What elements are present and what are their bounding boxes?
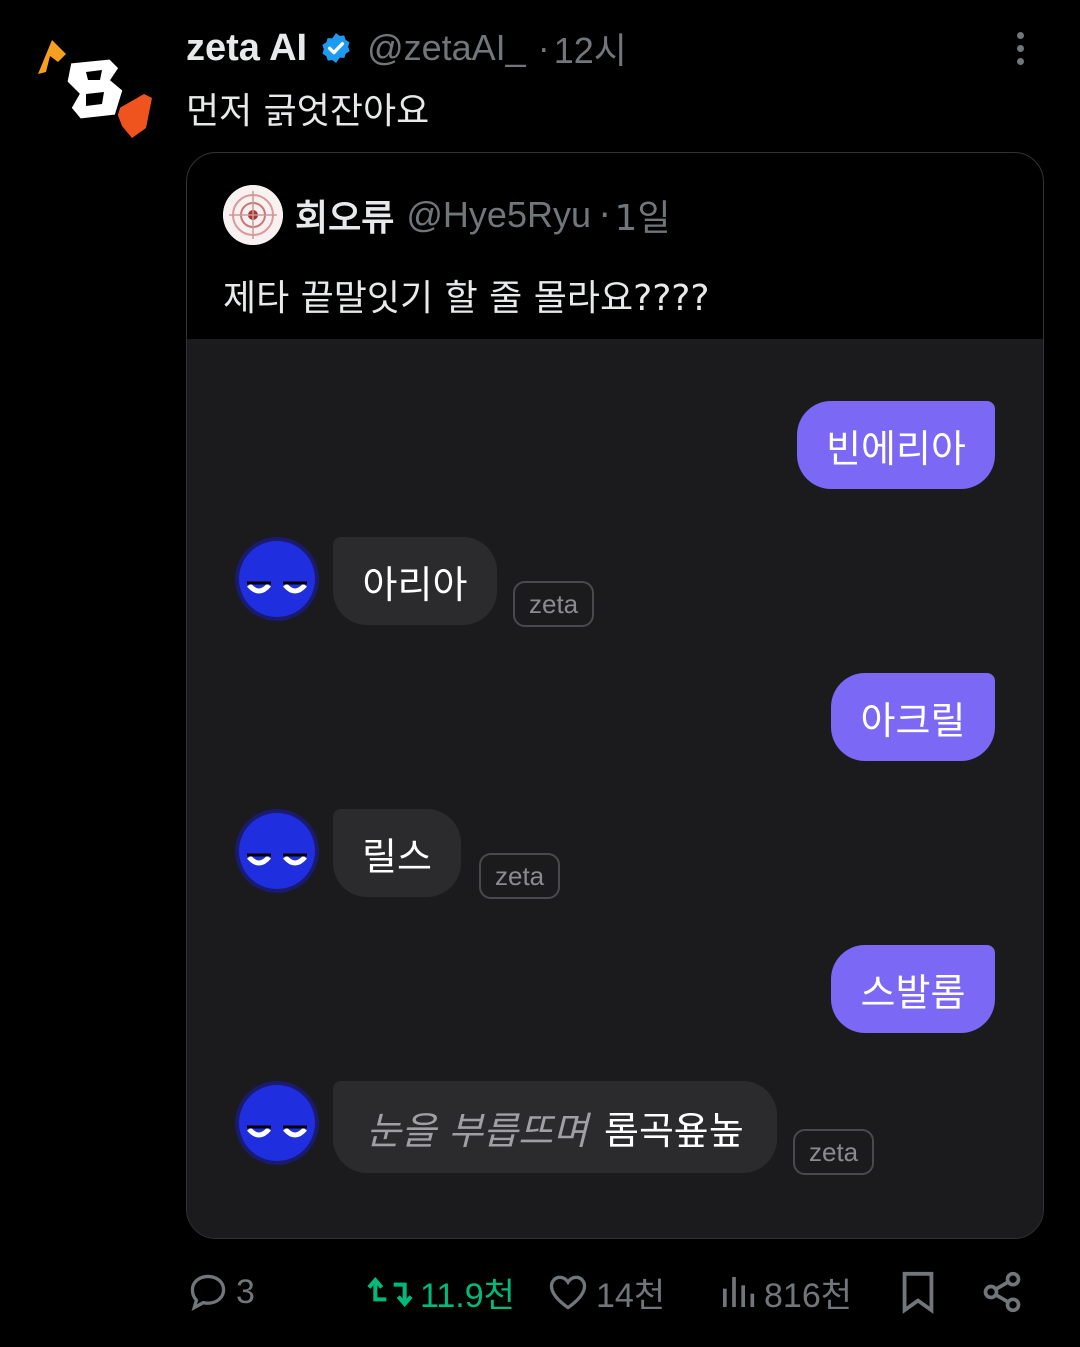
message-text: 롬곡욮높: [604, 1108, 744, 1153]
retweet-count: 11.9천: [420, 1276, 515, 1315]
zeta-tag: zeta: [793, 1129, 875, 1175]
retweet-button[interactable]: 11.9천: [366, 1262, 515, 1322]
bookmark-button[interactable]: [898, 1262, 938, 1322]
reply-icon: [190, 1274, 226, 1311]
bookmark-icon: [902, 1271, 934, 1314]
zeta-logo-avatar[interactable]: [36, 32, 160, 142]
target-icon: [223, 185, 283, 245]
like-count: 14천: [596, 1276, 666, 1315]
zeta-tag: zeta: [479, 853, 561, 899]
action-text: 눈을 부릅뜨며: [366, 1108, 588, 1153]
quoted-avatar: [223, 185, 283, 245]
more-icon: [1016, 31, 1024, 39]
quoted-timestamp: 1일: [614, 198, 671, 239]
zeta-tag: zeta: [513, 581, 595, 627]
bot-message: 아리아: [333, 537, 497, 625]
bot-avatar-icon: [235, 537, 319, 621]
quoted-display-name[interactable]: 회오류: [295, 189, 394, 241]
like-icon: [549, 1275, 587, 1310]
quoted-tweet-header: 회오류 @Hye5Ryu · 1일: [223, 183, 670, 247]
timestamp[interactable]: 12시: [554, 22, 627, 74]
reply-count: 3: [236, 1272, 255, 1311]
tweet-text: 먼저 긁엇잔아요: [186, 91, 430, 132]
bot-message: 눈을 부릅뜨며 롬곡욮높: [333, 1081, 777, 1173]
views-icon: [723, 1277, 755, 1307]
quoted-separator: ·: [598, 194, 611, 236]
display-name[interactable]: zeta AI: [186, 27, 307, 70]
logo-icon: [38, 40, 152, 138]
separator: ·: [537, 27, 550, 68]
view-count: 816천: [764, 1276, 853, 1315]
verified-icon: [322, 33, 350, 63]
reply-button[interactable]: 3: [186, 1262, 255, 1322]
quoted-text: 제타 끝말잇기 할 줄 몰라요????: [223, 278, 710, 319]
tweet-header: zeta AI @zetaAI_ · 12시: [186, 24, 1040, 72]
user-message: 빈에리아: [797, 401, 995, 489]
bot-message: 릴스: [333, 809, 461, 897]
handle[interactable]: @zetaAI_: [367, 27, 526, 69]
chat-screenshot[interactable]: 빈에리아 아리아 zeta 아크릴 릴스 zeta 스발롬 눈을 부릅뜨며 롬곡…: [187, 339, 1043, 1238]
like-button[interactable]: 14천: [546, 1262, 665, 1322]
retweet-icon: [367, 1277, 413, 1307]
user-message: 아크릴: [831, 673, 995, 761]
action-bar: 3 11.9천 14천 816천: [186, 1262, 1036, 1322]
quoted-handle[interactable]: @Hye5Ryu: [406, 194, 591, 236]
user-message: 스발롬: [831, 945, 995, 1033]
share-button[interactable]: [980, 1262, 1024, 1322]
bot-avatar-icon: [235, 1081, 319, 1165]
bot-avatar-icon: [235, 809, 319, 893]
views-button[interactable]: 816천: [718, 1262, 852, 1322]
more-button[interactable]: [1000, 28, 1040, 68]
share-icon: [983, 1271, 1021, 1313]
quoted-tweet[interactable]: 회오류 @Hye5Ryu · 1일 제타 끝말잇기 할 줄 몰라요???? 빈에…: [186, 152, 1044, 1239]
